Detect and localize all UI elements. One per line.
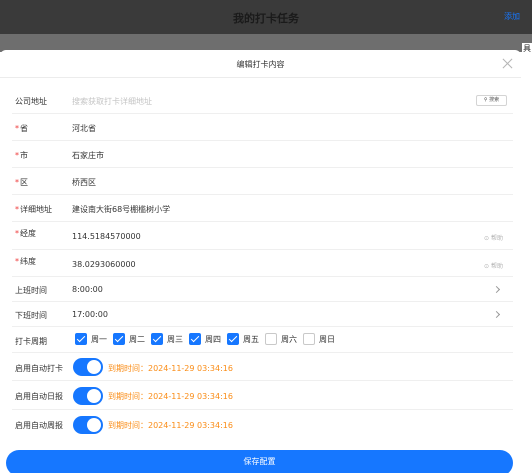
toggle-knob <box>87 360 101 374</box>
weekday-checkbox[interactable]: 周六 <box>265 333 297 345</box>
row-district[interactable]: *区 桥西区 <box>12 168 513 195</box>
district-label: 区 <box>20 178 28 187</box>
save-config-button[interactable]: 保存配置 <box>6 450 513 473</box>
required-mark: * <box>15 229 19 238</box>
row-auto-clock: 启用自动打卡 到期时间：2024-11-29 03:34:16 <box>12 353 513 381</box>
row-longitude[interactable]: *经度 114.5184570000 ⊙ 帮助 <box>12 222 513 250</box>
row-province[interactable]: *省 河北省 <box>12 114 513 141</box>
company-address-label: 公司地址 <box>15 97 47 106</box>
row-city[interactable]: *市 石家庄市 <box>12 141 513 168</box>
checkbox-checked-icon[interactable] <box>189 333 201 345</box>
longitude-value: 114.5184570000 <box>72 232 141 241</box>
row-detail-address[interactable]: *详细地址 建设南大街68号棚槛树小学 <box>12 195 513 222</box>
checkbox-checked-icon[interactable] <box>113 333 125 345</box>
latitude-value: 38.0293060000 <box>72 260 136 269</box>
latitude-label: 纬度 <box>20 257 36 266</box>
start-time-label: 上班时间 <box>15 286 47 295</box>
auto-weekly-label: 启用自动周报 <box>15 421 63 430</box>
close-icon[interactable] <box>502 58 513 69</box>
province-value: 河北省 <box>72 124 96 133</box>
row-auto-daily: 启用自动日报 到期时间：2024-11-29 03:34:16 <box>12 381 513 410</box>
required-mark: * <box>15 124 19 133</box>
row-latitude[interactable]: *纬度 38.0293060000 ⊙ 帮助 <box>12 250 513 277</box>
toggle-knob <box>87 418 101 432</box>
auto-daily-label: 启用自动日报 <box>15 392 63 401</box>
city-value: 石家庄市 <box>72 151 104 160</box>
row-start-time[interactable]: 上班时间 8:00:00 <box>12 277 513 302</box>
help-icon: ⊙ <box>484 263 491 270</box>
required-mark: * <box>15 257 19 266</box>
weekday-checkbox[interactable]: 周二 <box>113 333 145 345</box>
weekday-checkbox[interactable]: 周三 <box>151 333 183 345</box>
weekday-checkbox-group: 周一 周二 周三 周四 周五 周六 周日 <box>75 333 341 345</box>
required-mark: * <box>15 205 19 214</box>
edit-clock-modal: 编辑打卡内容 公司地址 搜索获取打卡详细地址 ⚲ 搜索 *省 河北省 *市 石家… <box>0 50 521 473</box>
weekday-checkbox[interactable]: 周日 <box>303 333 335 345</box>
chevron-right-icon[interactable] <box>492 310 501 319</box>
auto-clock-label: 启用自动打卡 <box>15 364 63 373</box>
auto-weekly-toggle[interactable] <box>73 416 103 434</box>
auto-clock-expire: 到期时间：2024-11-29 03:34:16 <box>108 364 233 373</box>
district-value: 桥西区 <box>72 178 96 187</box>
detail-address-label: 详细地址 <box>20 205 52 214</box>
checkbox-unchecked-icon[interactable] <box>265 333 277 345</box>
checkbox-unchecked-icon[interactable] <box>303 333 315 345</box>
detail-address-value: 建设南大街68号棚槛树小学 <box>72 205 171 214</box>
weekday-checkbox[interactable]: 周五 <box>227 333 259 345</box>
edge-fragment: 具 <box>522 43 532 54</box>
weekday-checkbox[interactable]: 周一 <box>75 333 107 345</box>
top-nav-bar: 我的打卡任务 添加 <box>0 0 532 34</box>
longitude-help[interactable]: ⊙ 帮助 <box>484 233 503 242</box>
period-label: 打卡周期 <box>15 337 47 346</box>
longitude-label: 经度 <box>20 229 36 238</box>
address-search-input[interactable]: 搜索获取打卡详细地址 <box>72 96 152 107</box>
auto-daily-toggle[interactable] <box>73 387 103 405</box>
required-mark: * <box>15 151 19 160</box>
auto-weekly-expire: 到期时间：2024-11-29 03:34:16 <box>108 421 233 430</box>
help-icon: ⊙ <box>484 235 491 242</box>
latitude-help[interactable]: ⊙ 帮助 <box>484 261 503 270</box>
end-time-value: 17:00:00 <box>72 310 108 319</box>
auto-clock-toggle[interactable] <box>73 358 103 376</box>
add-link[interactable]: 添加 <box>504 11 520 22</box>
modal-title: 编辑打卡内容 <box>236 60 285 69</box>
row-auto-weekly: 启用自动周报 到期时间：2024-11-29 03:34:16 <box>12 410 513 439</box>
search-button[interactable]: ⚲ 搜索 <box>476 95 507 106</box>
required-mark: * <box>15 178 19 187</box>
page-title: 我的打卡任务 <box>233 12 299 25</box>
checkbox-checked-icon[interactable] <box>151 333 163 345</box>
province-label: 省 <box>20 124 28 133</box>
modal-header: 编辑打卡内容 <box>0 50 521 78</box>
weekday-checkbox[interactable]: 周四 <box>189 333 221 345</box>
checkbox-checked-icon[interactable] <box>227 333 239 345</box>
row-end-time[interactable]: 下班时间 17:00:00 <box>12 302 513 327</box>
chevron-right-icon[interactable] <box>492 285 501 294</box>
start-time-value: 8:00:00 <box>72 285 103 294</box>
city-label: 市 <box>20 151 28 160</box>
end-time-label: 下班时间 <box>15 311 47 320</box>
search-button-label: 搜索 <box>489 97 500 103</box>
checkbox-checked-icon[interactable] <box>75 333 87 345</box>
auto-daily-expire: 到期时间：2024-11-29 03:34:16 <box>108 392 233 401</box>
toggle-knob <box>87 389 101 403</box>
row-company-address: 公司地址 搜索获取打卡详细地址 ⚲ 搜索 <box>12 88 513 114</box>
row-period: 打卡周期 周一 周二 周三 周四 周五 周六 周日 <box>12 327 513 353</box>
